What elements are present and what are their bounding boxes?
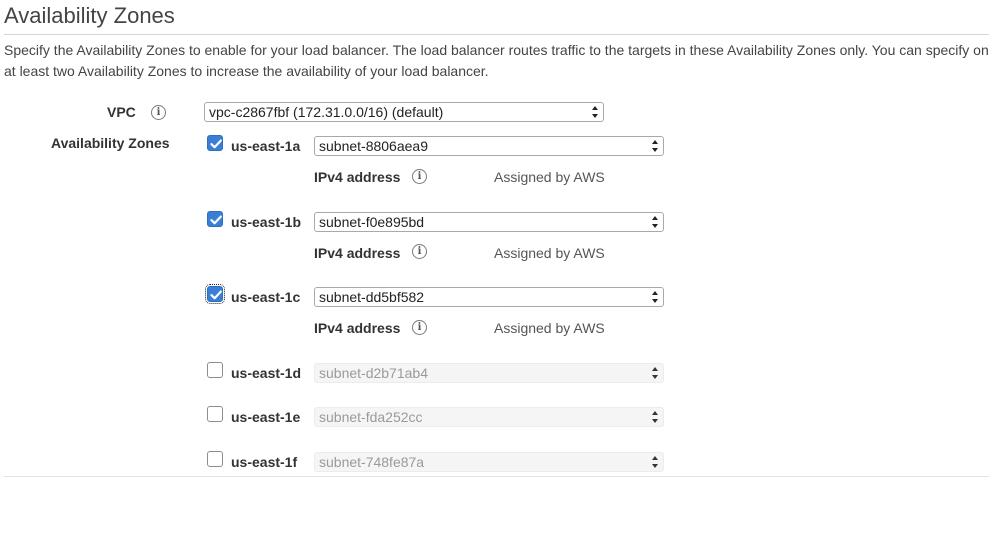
- ipv4-value: Assigned by AWS: [494, 320, 605, 336]
- vpc-select-value: vpc-c2867fbf (172.31.0.0/16) (default): [209, 104, 444, 120]
- select-arrows-icon: [592, 105, 599, 119]
- select-arrows-icon: [652, 290, 659, 304]
- info-icon[interactable]: i: [151, 105, 166, 120]
- zone-name: us-east-1e: [231, 409, 301, 425]
- vpc-select[interactable]: vpc-c2867fbf (172.31.0.0/16) (default): [204, 102, 604, 122]
- subnet-select-value: subnet-8806aea9: [319, 138, 428, 154]
- subnet-select-us-east-1c[interactable]: subnet-dd5bf582: [314, 287, 664, 307]
- ipv4-label: IPv4 address: [314, 245, 401, 261]
- subnet-select-value: subnet-d2b71ab4: [319, 365, 428, 381]
- zone-checkbox-us-east-1a[interactable]: [207, 135, 223, 151]
- description-line-1: Specify the Availability Zones to enable…: [4, 42, 989, 58]
- ipv4-label: IPv4 address: [314, 320, 401, 336]
- description-line-2: at least two Availability Zones to incre…: [4, 63, 489, 79]
- title-divider: [4, 34, 989, 35]
- select-arrows-icon: [652, 410, 659, 424]
- checkmark-icon: [210, 215, 222, 225]
- zone-name: us-east-1d: [231, 365, 302, 381]
- subnet-select-us-east-1f: subnet-748fe87a: [314, 452, 664, 472]
- checkmark-icon: [210, 139, 222, 149]
- subnet-select-us-east-1b[interactable]: subnet-f0e895bd: [314, 212, 664, 232]
- zone-checkbox-us-east-1c[interactable]: [205, 284, 225, 304]
- section-description: Specify the Availability Zones to enable…: [4, 40, 989, 82]
- ipv4-value: Assigned by AWS: [494, 245, 605, 261]
- checkmark-icon: [210, 290, 222, 300]
- ipv4-label: IPv4 address: [314, 169, 401, 185]
- zone-name: us-east-1c: [231, 289, 301, 305]
- section-bottom-divider: [4, 476, 989, 477]
- select-arrows-icon: [652, 455, 659, 469]
- availability-zones-label: Availability Zones: [51, 135, 170, 151]
- ipv4-value: Assigned by AWS: [494, 169, 605, 185]
- subnet-select-value: subnet-f0e895bd: [319, 214, 425, 230]
- subnet-select-us-east-1a[interactable]: subnet-8806aea9: [314, 136, 664, 156]
- info-icon[interactable]: i: [412, 320, 427, 335]
- zone-name: us-east-1a: [231, 138, 301, 154]
- zone-checkbox-us-east-1b[interactable]: [207, 211, 223, 227]
- subnet-select-us-east-1e: subnet-fda252cc: [314, 407, 664, 427]
- info-icon[interactable]: i: [412, 244, 427, 259]
- zone-name: us-east-1f: [231, 454, 298, 470]
- vpc-label: VPC: [107, 104, 136, 120]
- section-title: Availability Zones: [4, 3, 175, 28]
- zone-checkbox-us-east-1f[interactable]: [207, 451, 223, 467]
- select-arrows-icon: [652, 215, 659, 229]
- select-arrows-icon: [652, 139, 659, 153]
- subnet-select-value: subnet-fda252cc: [319, 409, 423, 425]
- select-arrows-icon: [652, 366, 659, 380]
- zone-checkbox-us-east-1e[interactable]: [207, 406, 223, 422]
- subnet-select-value: subnet-dd5bf582: [319, 289, 425, 305]
- subnet-select-us-east-1d: subnet-d2b71ab4: [314, 363, 664, 383]
- info-icon[interactable]: i: [412, 169, 427, 184]
- subnet-select-value: subnet-748fe87a: [319, 454, 425, 470]
- zone-name: us-east-1b: [231, 214, 302, 230]
- zone-checkbox-us-east-1d[interactable]: [207, 362, 223, 378]
